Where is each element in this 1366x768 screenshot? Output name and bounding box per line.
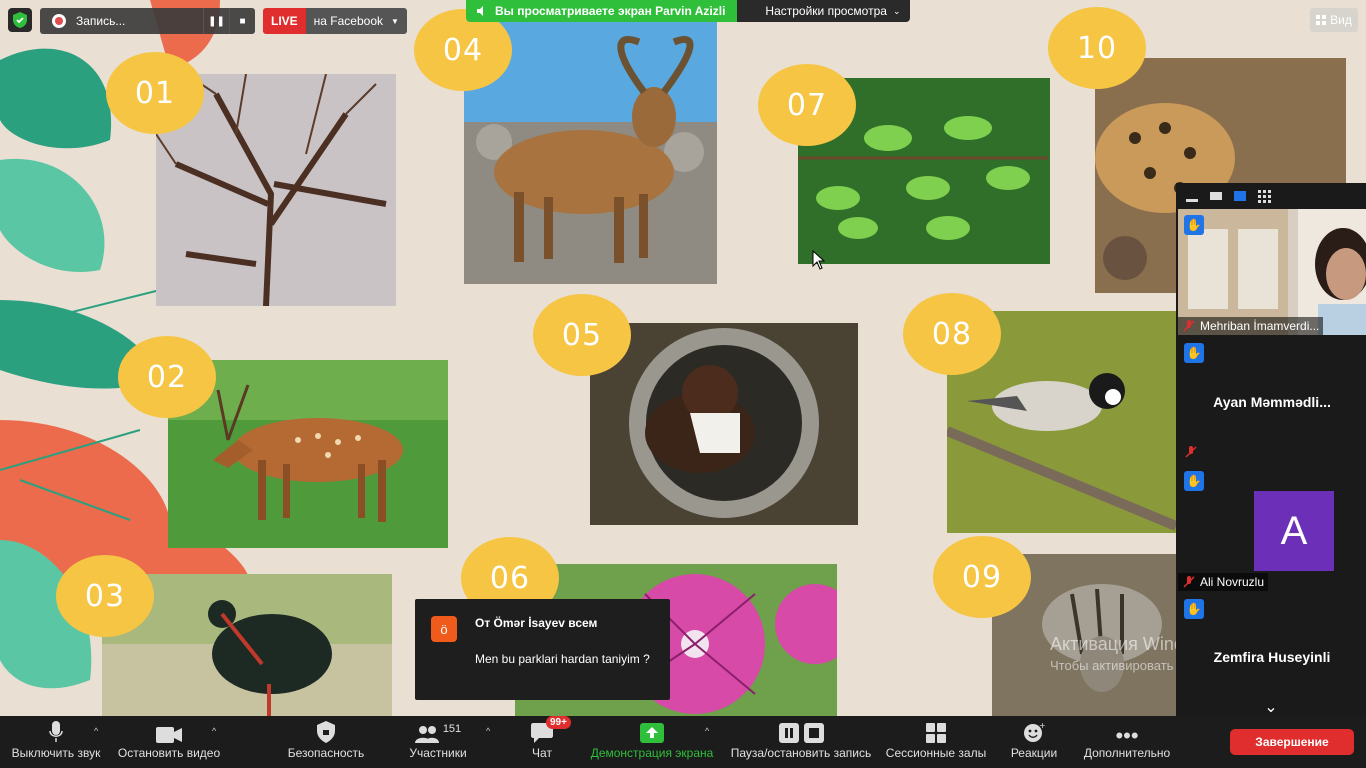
more-label: Дополнительно (1083, 746, 1171, 760)
participant-tile[interactable]: ✋ Mehriban İmamverdi... (1178, 209, 1366, 335)
avatar: A (1254, 491, 1334, 571)
chat-notification[interactable]: ö От Ömər İsayev всем Men bu parklari ha… (415, 599, 670, 700)
record-dot-icon (52, 14, 66, 28)
participants-count: 151 (442, 723, 462, 735)
mute-button-label: Выключить звук (11, 746, 101, 760)
mouse-cursor-icon (812, 250, 826, 270)
reactions-button[interactable]: + Реакции (1010, 716, 1058, 768)
number-badge: 09 (933, 536, 1031, 618)
participant-tile[interactable]: ✋ Ayan Məmmədli... (1178, 337, 1366, 463)
participant-name-label: Ali Novruzlu (1200, 575, 1265, 589)
share-options-caret-icon[interactable]: ^ (705, 726, 709, 736)
live-tag: LIVE (263, 8, 306, 34)
muted-mic-icon (1183, 320, 1195, 332)
mute-button[interactable]: Выключить звук (10, 716, 102, 768)
more-dots-icon: ••• (1115, 723, 1139, 748)
stop-video-button[interactable]: Остановить видео (118, 716, 220, 768)
raised-hand-icon: ✋ (1184, 215, 1204, 235)
caret-down-icon: ▼ (391, 16, 399, 26)
panel-view-controls (1176, 183, 1366, 209)
encryption-shield-icon[interactable] (8, 8, 32, 32)
viewing-screen-text: Вы просматриваете экран Parvin Azizli (495, 4, 726, 18)
view-button[interactable]: Вид (1310, 8, 1358, 32)
raised-hand-icon: ✋ (1184, 343, 1204, 363)
participant-tile[interactable]: ✋ A Ali Novruzlu (1178, 465, 1366, 591)
stop-video-label: Остановить видео (117, 746, 221, 760)
pause-stop-recording-label: Пауза/остановить запись (730, 746, 872, 760)
security-label: Безопасность (287, 746, 365, 760)
smiley-icon: + (1024, 721, 1045, 742)
participants-button[interactable]: 151 Участники (408, 716, 468, 768)
meeting-toolbar: Выключить звук ^ Остановить видео ^ Безо… (0, 716, 1366, 768)
gallery-view-icon[interactable] (1258, 189, 1271, 203)
chat-notification-message: Men bu parklari hardan taniyim ? (475, 652, 650, 666)
number-badge: 05 (533, 294, 631, 376)
muted-mic-icon (1183, 576, 1195, 588)
participants-caret-icon[interactable]: ^ (486, 726, 490, 736)
shield-icon (317, 721, 335, 743)
photo-marten (590, 323, 858, 525)
audio-options-caret-icon[interactable]: ^ (94, 726, 98, 736)
number-badge: 07 (758, 64, 856, 146)
live-stream-target[interactable]: на Facebook ▼ (305, 8, 407, 34)
number-badge: 10 (1048, 7, 1146, 89)
stop-recording-icon[interactable]: ■ (229, 8, 255, 34)
pause-icon (778, 723, 799, 743)
participants-label: Участники (409, 746, 467, 760)
number-badge: 02 (118, 336, 216, 418)
security-button[interactable]: Безопасность (288, 716, 364, 768)
participant-name-label: Ayan Məmmədli... (1213, 394, 1331, 410)
reactions-label: Реакции (1010, 746, 1058, 760)
breakout-rooms-button[interactable]: Сессионные залы (886, 716, 986, 768)
live-target-label: на Facebook (313, 14, 384, 28)
hide-video-icon[interactable] (1210, 192, 1222, 200)
number-badge: 01 (106, 52, 204, 134)
pause-recording-icon[interactable]: ❚❚ (203, 8, 229, 34)
scroll-down-chevron-icon[interactable]: ⌄ (1176, 698, 1366, 716)
speaker-view-icon[interactable] (1234, 191, 1246, 201)
chat-notification-sender: От Ömər İsayev всем (475, 616, 598, 630)
share-screen-label: Демонстрация экрана (590, 746, 714, 760)
share-screen-button[interactable]: Демонстрация экрана (590, 716, 714, 768)
participant-name-label: Zemfira Huseyinli (1213, 649, 1331, 665)
microphone-icon (49, 721, 63, 742)
view-options-dropdown[interactable]: Настройки просмотра ⌄ (737, 0, 911, 22)
view-options-label: Настройки просмотра (765, 4, 887, 18)
video-camera-icon (156, 727, 182, 743)
more-button[interactable]: ••• Дополнительно (1082, 716, 1172, 768)
recording-label: Запись... (76, 14, 126, 28)
live-stream-indicator[interactable]: LIVE на Facebook ▼ (263, 8, 407, 34)
participant-name: Ali Novruzlu (1178, 573, 1269, 591)
minimize-icon[interactable] (1186, 198, 1198, 202)
participants-icon (414, 726, 439, 743)
end-meeting-button[interactable]: Завершение (1230, 729, 1354, 755)
grid-view-icon (1316, 15, 1327, 25)
pause-stop-recording-button[interactable]: Пауза/остановить запись (728, 716, 874, 768)
chevron-down-icon: ⌄ (892, 5, 901, 16)
shared-screen-slide: 01 02 03 04 05 06 07 08 09 10 Активация … (0, 0, 1366, 716)
raised-hand-icon: ✋ (1184, 599, 1204, 619)
number-badge: 08 (903, 293, 1001, 375)
breakout-rooms-icon (926, 723, 946, 743)
view-button-label: Вид (1330, 13, 1352, 27)
share-screen-icon (640, 723, 664, 743)
sender-avatar: ö (431, 616, 457, 642)
breakout-rooms-label: Сессионные залы (885, 746, 987, 760)
viewing-screen-notice: Вы просматриваете экран Parvin Azizli (466, 0, 738, 22)
svg-text:+: + (1039, 721, 1045, 730)
chat-unread-badge: 99+ (546, 716, 571, 729)
chat-label: Чат (532, 746, 552, 760)
screen-share-banner: Вы просматриваете экран Parvin Azizli На… (466, 0, 911, 22)
video-options-caret-icon[interactable]: ^ (212, 726, 216, 736)
participant-name: Mehriban İmamverdi... (1178, 317, 1324, 335)
number-badge: 03 (56, 555, 154, 637)
speaker-icon (477, 6, 483, 16)
recording-indicator: Запись... ❚❚ ■ (40, 8, 255, 34)
participant-video-panel: ✋ Mehriban İmamverdi... ✋ Ayan Məmmədli.… (1176, 183, 1366, 719)
stop-icon (803, 723, 824, 743)
raised-hand-icon: ✋ (1184, 471, 1204, 491)
participant-name-label: Mehriban İmamverdi... (1200, 319, 1320, 333)
muted-mic-icon (1185, 446, 1197, 458)
